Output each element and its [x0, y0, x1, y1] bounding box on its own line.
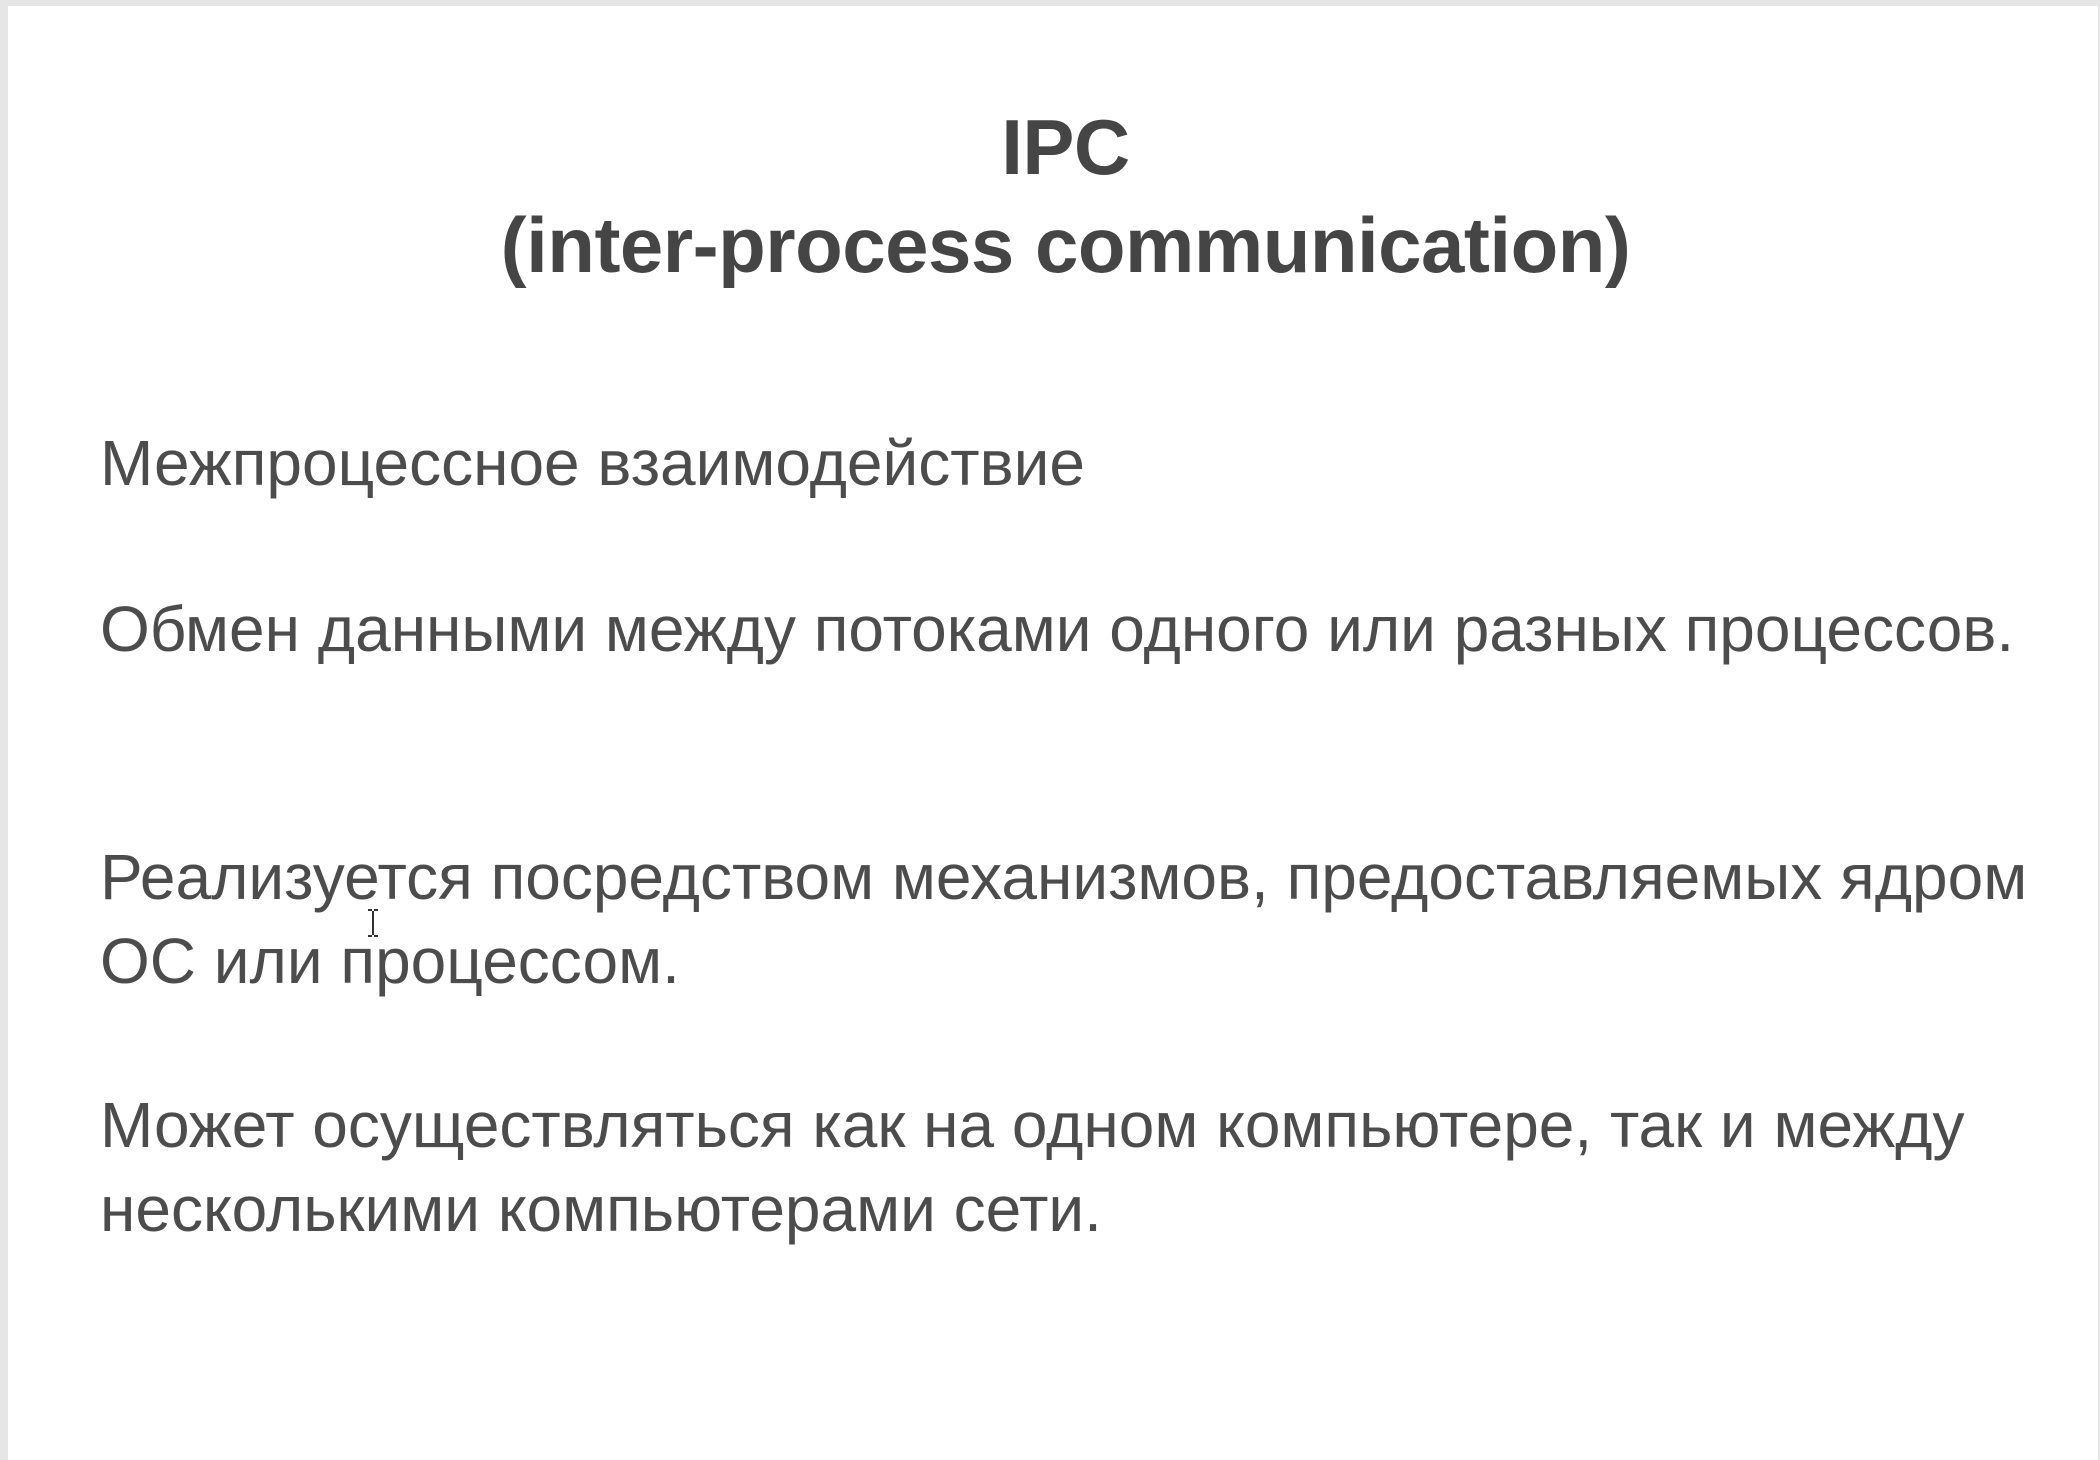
title-line-expansion: (inter-process communication): [500, 201, 1631, 289]
slide: IPC (inter-process communication) Межпро…: [8, 6, 2098, 1460]
paragraph-definition: Межпроцессное взаимодействие: [100, 427, 1085, 499]
paragraph-scope: Может осуществляться как на одном компью…: [100, 1089, 1965, 1245]
paragraph-data-exchange: Обмен данными между потоками одного или …: [100, 593, 2015, 665]
text-cursor-icon: [368, 909, 378, 937]
paragraph-implementation: Реализуется посредством механизмов, пред…: [100, 841, 2028, 997]
slide-title: IPC (inter-process communication): [8, 98, 2098, 294]
title-line-ipc: IPC: [1001, 103, 1130, 191]
